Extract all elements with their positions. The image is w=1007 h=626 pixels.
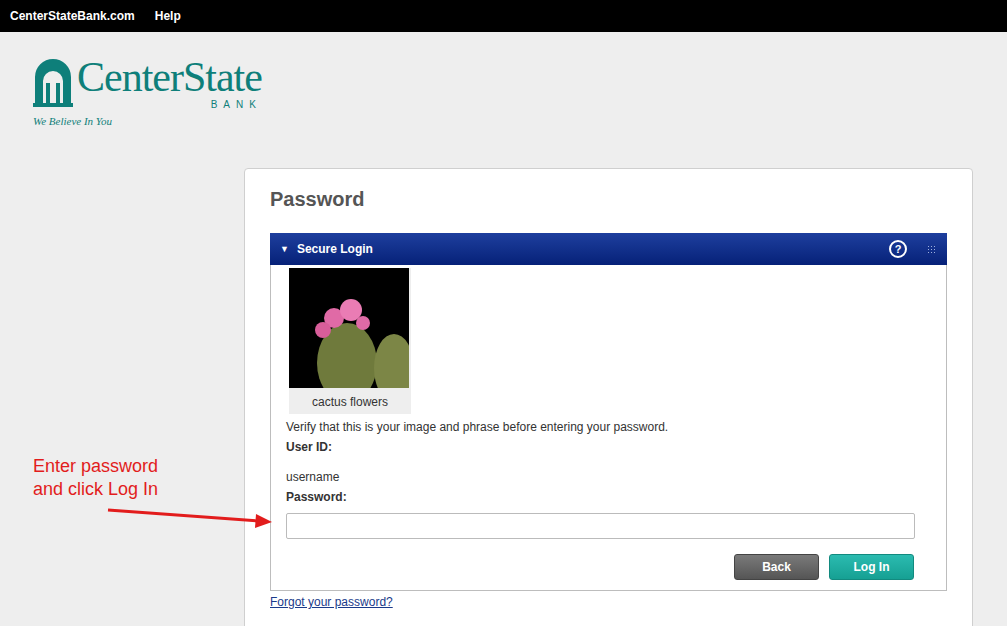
- bank-logo[interactable]: CenterStateBANK We Believe In You: [33, 55, 303, 135]
- form-button[interactable]: Log In: [829, 554, 914, 580]
- user-id-label: User ID:: [286, 440, 914, 454]
- secure-login-panel: ▼ Secure Login? cactus flowers Verify that …: [270, 233, 947, 591]
- logo-sub: BANK: [77, 99, 262, 111]
- image-caption: cactus flowers: [289, 388, 411, 414]
- login-page: CenterStateBank.com Help CenterStateBANK We…: [0, 0, 1007, 626]
- user-id-value: username: [286, 470, 914, 484]
- page-title: Password: [270, 185, 946, 213]
- security-image: cactus flowers: [289, 268, 411, 414]
- help-icon[interactable]: ?: [889, 240, 907, 258]
- panel-header[interactable]: ▼ Secure Login?: [270, 233, 947, 265]
- arrow-icon: [0, 0, 1007, 626]
- logo-name: CenterState: [77, 55, 262, 99]
- arch-icon: [33, 57, 73, 107]
- collapse-icon[interactable]: ▼: [280, 244, 289, 254]
- forgot-password-link[interactable]: Forgot your password?: [270, 595, 393, 609]
- annotation-text: Enter passwordand click Log In: [33, 455, 158, 501]
- button-row: Back Log In: [286, 554, 914, 580]
- top-link[interactable]: Help: [155, 9, 181, 23]
- login-card: Password ▼ Secure Login? cactus flowers Veri…: [244, 168, 973, 626]
- password-label: Password:: [286, 490, 914, 504]
- form-button[interactable]: Back: [734, 554, 819, 580]
- panel-title: Secure Login: [297, 242, 373, 256]
- panel-body: cactus flowers Verify that this is your i…: [270, 265, 947, 591]
- logo-tagline: We Believe In You: [33, 115, 303, 127]
- top-bar: CenterStateBank.com Help: [0, 0, 1007, 32]
- verify-text: Verify that this is your image and phras…: [286, 420, 914, 434]
- grip-icon[interactable]: [927, 245, 937, 253]
- password-input[interactable]: [286, 513, 915, 539]
- cactus-photo: [289, 268, 409, 388]
- top-link[interactable]: CenterStateBank.com: [10, 9, 135, 23]
